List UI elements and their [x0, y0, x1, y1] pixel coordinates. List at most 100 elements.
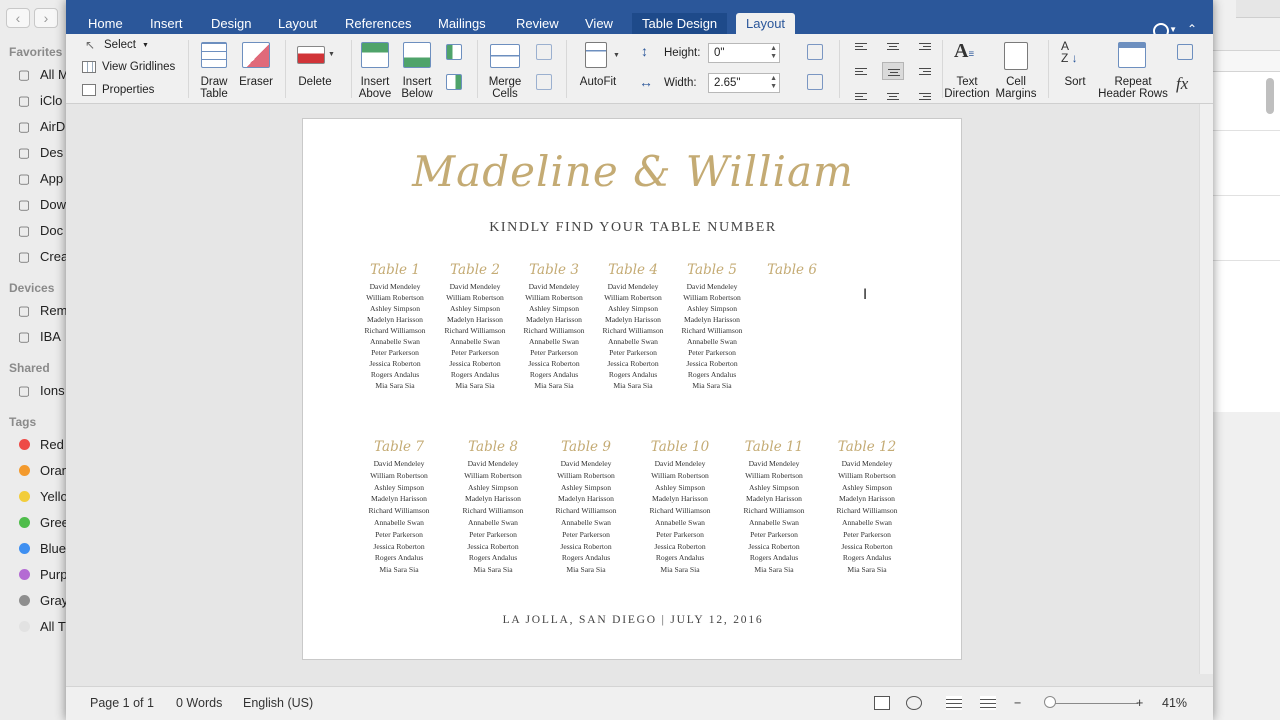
delete-button[interactable]: Delete	[292, 76, 338, 88]
insert-right-icon[interactable]	[446, 74, 462, 90]
finder-item[interactable]: All T	[16, 619, 66, 634]
page-count[interactable]: Page 1 of 1	[90, 696, 154, 710]
chevron-down-icon[interactable]: ▼	[328, 51, 335, 58]
document-scrollbar[interactable]	[1199, 104, 1213, 674]
back-arrow-icon[interactable]: ‹	[6, 8, 30, 28]
convert-to-text-icon[interactable]	[1177, 44, 1193, 60]
print-layout-view-icon[interactable]	[874, 696, 890, 710]
distribute-rows-icon[interactable]	[807, 44, 823, 60]
tab-layout[interactable]: Layout	[268, 13, 327, 34]
insert-above-button[interactable]: Insert Above	[354, 76, 396, 100]
finder-item[interactable]: Red	[16, 437, 64, 452]
finder-item[interactable]: ▢ Ions	[16, 383, 65, 398]
tab-view[interactable]: View	[575, 13, 623, 34]
guest-name: Madelyn Harisson	[684, 315, 740, 324]
tab-table-design[interactable]: Table Design	[632, 13, 728, 34]
finder-item[interactable]: Blue	[16, 541, 66, 556]
width-stepper[interactable]: ▲ ▼	[770, 75, 777, 91]
tab-references[interactable]: References	[335, 13, 421, 34]
zoom-slider-thumb[interactable]	[1044, 696, 1056, 708]
repeat-header-rows-button[interactable]: Repeat Header Rows	[1096, 76, 1170, 100]
align-top-center-icon[interactable]	[882, 40, 904, 58]
split-table-icon[interactable]	[536, 74, 552, 90]
view-gridlines-button[interactable]: View Gridlines	[82, 61, 175, 73]
finder-item[interactable]: ▢ iClo	[16, 93, 63, 108]
insert-left-icon[interactable]	[446, 44, 462, 60]
draw-table-button[interactable]: Draw Table	[194, 76, 234, 100]
finder-item[interactable]: ▢ App	[16, 171, 63, 186]
finder-item[interactable]: Yello	[16, 489, 68, 504]
align-bottom-center-icon[interactable]	[882, 84, 904, 102]
outline-view-icon[interactable]	[946, 696, 962, 710]
finder-item[interactable]: ▢ Des	[16, 145, 63, 160]
finder-item[interactable]: ▢ Rem	[16, 303, 68, 318]
text-direction-icon[interactable]: A≡	[954, 40, 974, 63]
cell-margins-button[interactable]: Cell Margins	[994, 76, 1038, 100]
zoom-slider-track[interactable]	[1052, 703, 1138, 704]
align-top-left-icon[interactable]	[850, 40, 872, 58]
align-middle-center-icon[interactable]	[882, 62, 904, 80]
properties-button[interactable]: Properties	[82, 84, 154, 96]
autofit-button[interactable]: AutoFit	[576, 76, 620, 88]
align-top-right-icon[interactable]	[914, 40, 936, 58]
formula-button[interactable]: fx	[1176, 74, 1188, 94]
finder-item[interactable]: ▢ All M	[16, 67, 69, 82]
chevron-down-icon[interactable]: ▼	[1169, 25, 1177, 34]
finder-item[interactable]: ▢ Doc	[16, 223, 63, 238]
finder-item[interactable]: ▢ Crea	[16, 249, 68, 264]
align-bottom-left-icon[interactable]	[850, 84, 872, 102]
tab-home[interactable]: Home	[78, 13, 133, 34]
insert-below-icon[interactable]	[403, 42, 431, 68]
zoom-level[interactable]: 41%	[1162, 696, 1187, 710]
height-field[interactable]: 0" ▲ ▼	[708, 43, 780, 63]
autofit-icon[interactable]	[585, 42, 607, 68]
eraser-button[interactable]: Eraser	[236, 76, 276, 88]
delete-table-icon[interactable]	[297, 46, 325, 64]
zoom-out-button[interactable]: −	[1014, 696, 1021, 710]
split-cells-icon[interactable]	[536, 44, 552, 60]
width-field[interactable]: 2.65" ▲ ▼	[708, 73, 780, 93]
guest-name: Richard Williamson	[836, 506, 898, 516]
tab-insert[interactable]: Insert	[140, 13, 193, 34]
document-page[interactable]: Madeline & William KINDLY FIND YOUR TABL…	[302, 118, 962, 660]
text-direction-button[interactable]: Text Direction	[942, 76, 992, 100]
merge-cells-icon[interactable]	[490, 44, 520, 68]
tab-design[interactable]: Design	[201, 13, 261, 34]
align-middle-left-icon[interactable]	[850, 62, 872, 80]
finder-item[interactable]: Gray	[16, 593, 68, 608]
height-stepper[interactable]: ▲ ▼	[770, 45, 777, 61]
merge-cells-button[interactable]: Merge Cells	[484, 76, 526, 100]
sort-button[interactable]: Sort	[1058, 76, 1092, 88]
zoom-in-button[interactable]: +	[1136, 696, 1143, 710]
guest-name: Mia Sara Sia	[692, 381, 732, 390]
eraser-icon[interactable]	[242, 42, 270, 68]
focus-view-icon[interactable]	[906, 696, 922, 710]
draft-view-icon[interactable]	[980, 696, 996, 710]
distribute-columns-icon[interactable]	[807, 74, 823, 90]
align-middle-right-icon[interactable]	[914, 62, 936, 80]
chevron-down-icon[interactable]: ▼	[613, 52, 620, 59]
forward-arrow-icon[interactable]: ›	[34, 8, 58, 28]
finder-item[interactable]: Purp	[16, 567, 67, 582]
sort-icon[interactable]: AZ ↓	[1061, 40, 1078, 64]
insert-below-button[interactable]: Insert Below	[396, 76, 438, 100]
guest-name: Jessica Roberton	[686, 359, 738, 368]
finder-item[interactable]: Gree	[16, 515, 69, 530]
align-bottom-right-icon[interactable]	[914, 84, 936, 102]
finder-item[interactable]: Oran	[16, 463, 69, 478]
select-button[interactable]: ↖ Select ▼	[82, 38, 149, 52]
draw-table-icon[interactable]	[201, 42, 227, 68]
tab-review[interactable]: Review	[506, 13, 569, 34]
finder-item[interactable]: ▢ IBA	[16, 329, 61, 344]
tab-mailings[interactable]: Mailings	[428, 13, 496, 34]
cell-margins-icon[interactable]	[1004, 42, 1028, 70]
applications-icon: ▢	[17, 170, 31, 186]
language-indicator[interactable]: English (US)	[243, 696, 313, 710]
tab-table-layout[interactable]: Layout	[736, 13, 796, 34]
repeat-header-rows-icon[interactable]	[1118, 42, 1146, 68]
insert-above-icon[interactable]	[361, 42, 389, 68]
finder-item[interactable]: ▢ AirD	[16, 119, 65, 134]
word-count[interactable]: 0 Words	[176, 696, 222, 710]
finder-item[interactable]: ▢ Dow	[16, 197, 66, 212]
guest-name: Jessica Roberton	[528, 359, 580, 368]
